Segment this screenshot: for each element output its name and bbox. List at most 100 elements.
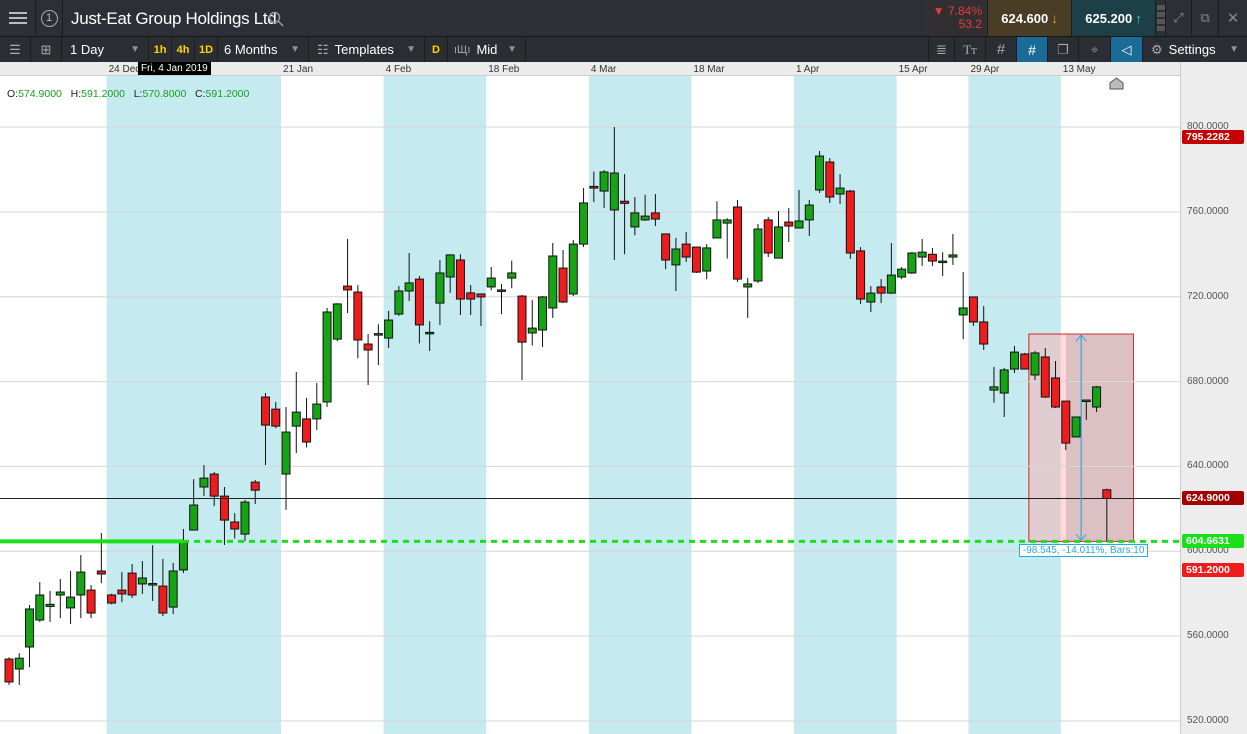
price-tick-label: 680.0000 bbox=[1187, 375, 1229, 387]
slot-number-badge[interactable]: 1 bbox=[36, 0, 63, 36]
candle-body-down bbox=[1102, 489, 1112, 499]
candle-body-down bbox=[230, 521, 240, 530]
candle-body-up bbox=[548, 255, 558, 309]
popout-icon[interactable]: ⧉ bbox=[1192, 0, 1219, 36]
hamburger-icon bbox=[8, 12, 27, 24]
candle bbox=[856, 247, 866, 304]
grid-icon[interactable]: # bbox=[986, 37, 1017, 62]
candle bbox=[763, 216, 773, 258]
settings-button[interactable]: ⚙ Settings ▼ bbox=[1143, 37, 1247, 62]
price-tick-label: 520.0000 bbox=[1187, 715, 1229, 726]
crosshair-icon[interactable]: ⌖ bbox=[1079, 37, 1111, 62]
date-tick-label: 4 Mar bbox=[590, 64, 617, 75]
candlestick-chart[interactable] bbox=[0, 62, 1247, 734]
instrument-title: Just-Eat Group Holdings Ltd bbox=[71, 9, 277, 28]
candle-body-down bbox=[96, 570, 106, 575]
candle bbox=[712, 201, 722, 239]
candle-body-up bbox=[14, 657, 24, 670]
candle-body-up bbox=[702, 247, 712, 272]
candle-body-up bbox=[609, 172, 619, 211]
open-label: O: bbox=[7, 88, 19, 100]
range-select[interactable]: 6 Months ▼ bbox=[218, 37, 309, 62]
interval-1d-button[interactable]: 1D bbox=[195, 37, 218, 62]
buy-price-button[interactable]: 625.200 ↑ bbox=[1072, 0, 1156, 36]
date-tick-label: 15 Apr bbox=[898, 64, 928, 75]
period-band bbox=[106, 76, 282, 734]
candle-body-up bbox=[938, 260, 948, 264]
low-value: 570.8000 bbox=[142, 88, 187, 100]
candle-body-down bbox=[825, 161, 835, 198]
copy-icon[interactable]: ❐ bbox=[1048, 37, 1079, 62]
candle-body-up bbox=[445, 254, 455, 278]
price-type-select[interactable]: ıЩı Mid ▼ bbox=[448, 37, 526, 62]
level-price-tag: 604.6631 bbox=[1182, 534, 1244, 549]
interval-1h-button[interactable]: 1h bbox=[149, 37, 172, 62]
candle-body-up bbox=[804, 204, 814, 221]
candle-body-up bbox=[486, 277, 496, 288]
date-tick-label: 13 May bbox=[1062, 64, 1096, 75]
candle bbox=[784, 208, 794, 242]
candle bbox=[722, 218, 732, 259]
candle-body-up bbox=[1071, 416, 1081, 438]
current-price-tag: 624.9000 bbox=[1182, 491, 1244, 506]
arrow-up-icon: ↑ bbox=[1135, 10, 1142, 26]
interval-select[interactable]: 1 Day ▼ bbox=[62, 37, 149, 62]
candle-body-down bbox=[219, 495, 229, 521]
candle-body-up bbox=[722, 219, 732, 224]
candle bbox=[353, 285, 363, 359]
settings-label: Settings bbox=[1168, 42, 1216, 57]
scale-icon[interactable]: ≣ bbox=[928, 37, 955, 62]
candle-body-down bbox=[691, 246, 701, 273]
chevron-down-icon: ▼ bbox=[1229, 44, 1239, 55]
expand-icon[interactable]: ⤢ bbox=[1166, 0, 1192, 36]
price-tick-label: 720.0000 bbox=[1187, 290, 1229, 302]
candle-body-down bbox=[1061, 400, 1071, 444]
date-tick-label: 18 Mar bbox=[693, 64, 725, 75]
menu-button[interactable] bbox=[0, 0, 36, 36]
candle bbox=[4, 657, 14, 685]
price-tick-label: 760.0000 bbox=[1187, 205, 1229, 217]
candle-body-up bbox=[835, 187, 845, 195]
candle bbox=[702, 244, 712, 280]
candle bbox=[907, 252, 917, 275]
sell-price-button[interactable]: 624.600 ↓ bbox=[988, 0, 1072, 36]
candle-body-down bbox=[650, 212, 660, 220]
candle-body-down bbox=[856, 250, 866, 300]
interval-4h-button[interactable]: 4h bbox=[172, 37, 195, 62]
candle-body-up bbox=[999, 369, 1009, 394]
candle-body-down bbox=[732, 206, 742, 280]
candle-body-down bbox=[302, 418, 312, 443]
tag-label-icon[interactable]: ◁ bbox=[1111, 37, 1143, 62]
close-icon[interactable]: ✕ bbox=[1219, 0, 1247, 36]
candle bbox=[691, 246, 701, 273]
scroll-home-icon[interactable] bbox=[1109, 77, 1124, 90]
candle bbox=[45, 590, 55, 622]
candle bbox=[815, 150, 825, 193]
candle bbox=[517, 295, 527, 381]
candle-body-down bbox=[414, 278, 424, 326]
candle-body-up bbox=[281, 431, 291, 475]
candle bbox=[363, 334, 373, 385]
candles-icon: ıЩı bbox=[454, 43, 471, 56]
candle-body-up bbox=[322, 311, 332, 403]
candle-body-down bbox=[466, 292, 476, 300]
text-size-button[interactable]: Tт bbox=[955, 37, 986, 62]
candle-body-down bbox=[979, 321, 989, 345]
layout-icon[interactable]: ⊞ bbox=[31, 37, 62, 62]
period-band bbox=[794, 76, 897, 734]
measure-label: -98.545, -14.011%, Bars:10 bbox=[1018, 544, 1149, 558]
candle-body-up bbox=[671, 248, 681, 266]
candle-body-up bbox=[1081, 399, 1091, 403]
drawing-d-button[interactable]: D bbox=[425, 37, 448, 62]
list-icon[interactable]: ☰ bbox=[0, 37, 31, 62]
candle bbox=[897, 267, 907, 280]
crosshair-grid-toggle-icon[interactable]: # bbox=[1017, 37, 1048, 62]
templates-button[interactable]: ☷ Templates ▼ bbox=[309, 37, 425, 62]
candle bbox=[373, 324, 383, 366]
search-icon[interactable] bbox=[268, 11, 284, 27]
price-tick-label: 560.0000 bbox=[1187, 630, 1229, 642]
candle-body-up bbox=[640, 215, 650, 221]
candle bbox=[968, 296, 978, 326]
candle bbox=[743, 278, 753, 318]
candle bbox=[538, 296, 548, 347]
